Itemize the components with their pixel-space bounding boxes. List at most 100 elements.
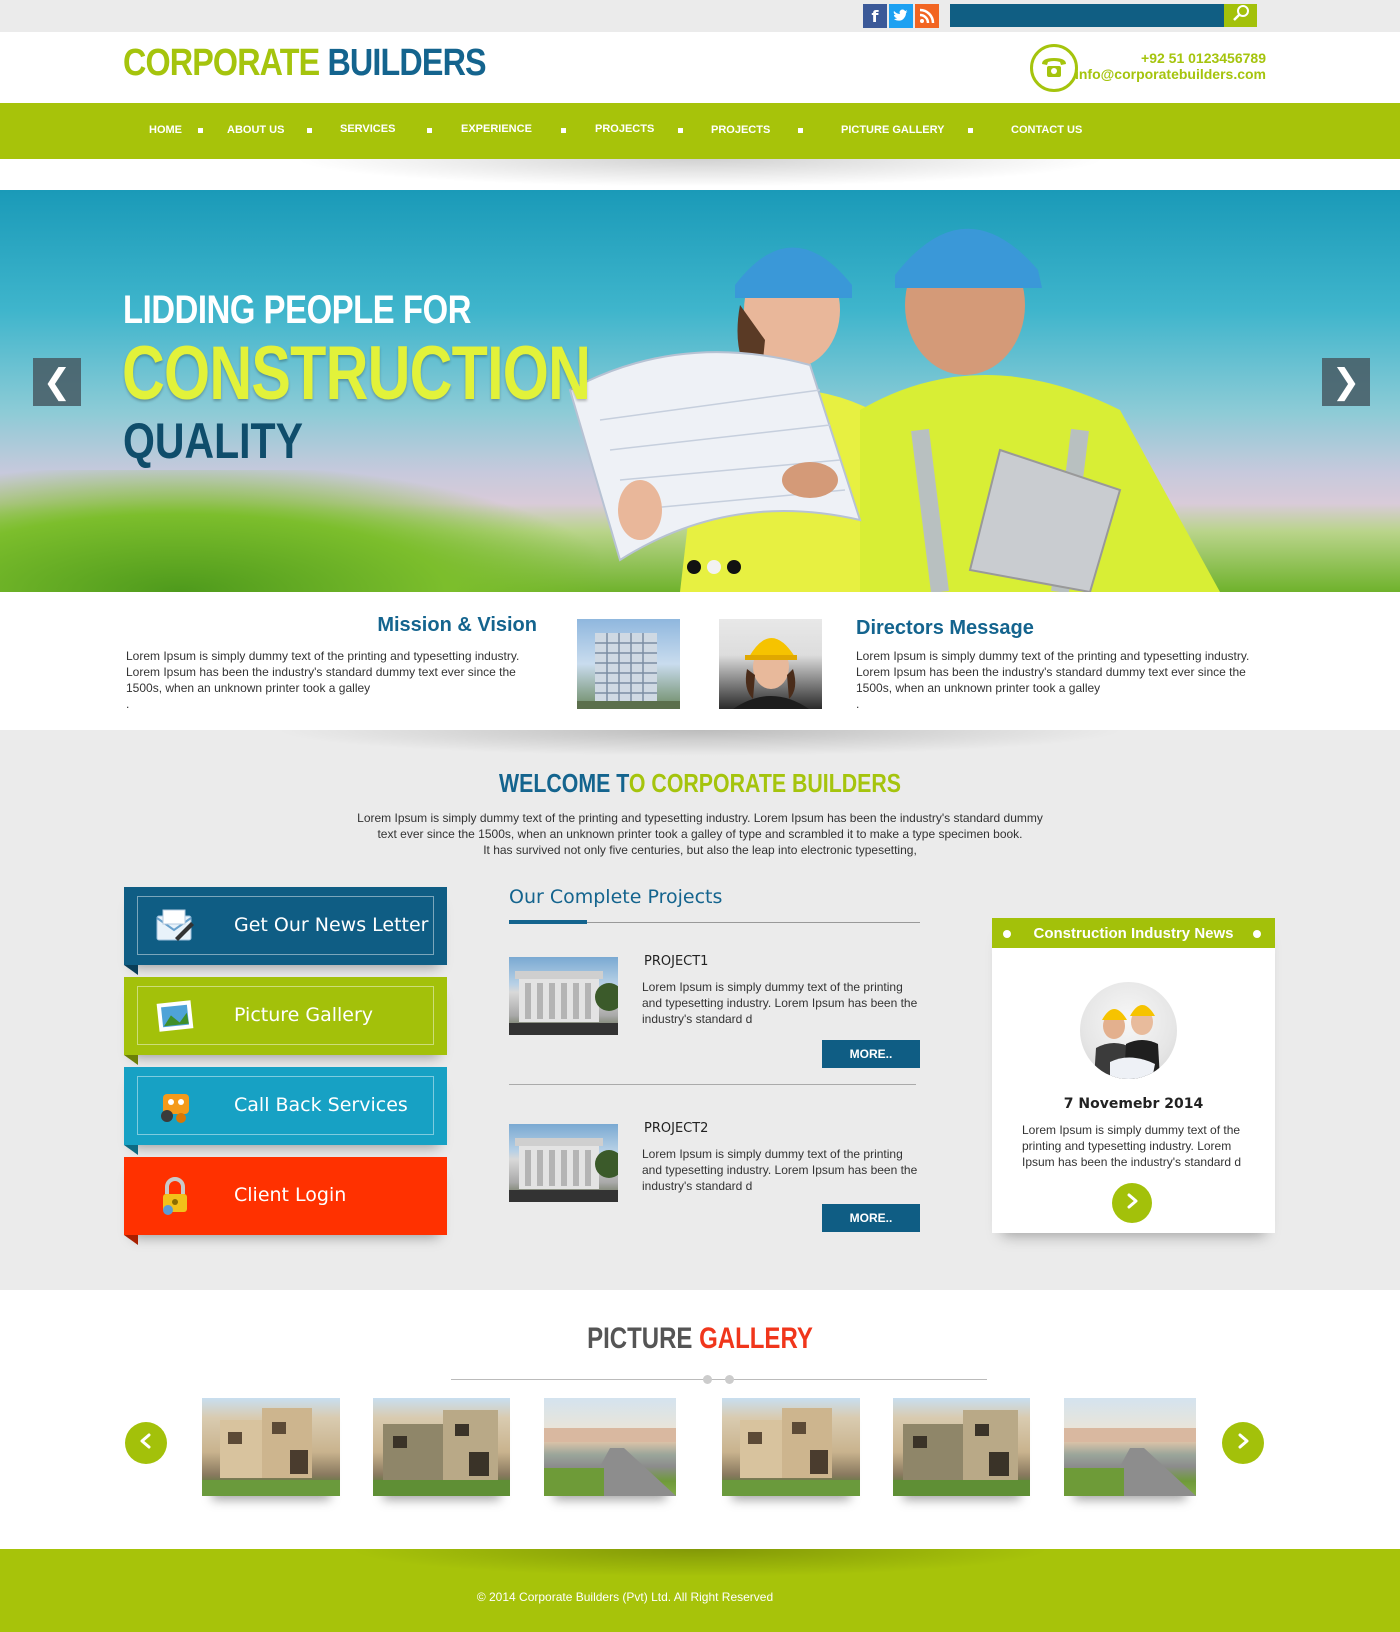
search-button[interactable]: [1224, 4, 1257, 27]
gallery-prev-button[interactable]: [125, 1422, 167, 1464]
welcome-line: Lorem Ipsum is simply dummy text of the …: [357, 811, 1043, 825]
project-1-title[interactable]: PROJECT1: [644, 954, 708, 969]
project-2-title[interactable]: PROJECT2: [644, 1121, 708, 1136]
picture-gallery-label: Picture Gallery: [234, 1004, 374, 1026]
slider-dot[interactable]: [707, 560, 721, 574]
project-1-text: Lorem Ipsum is simply dummy text of the …: [642, 980, 918, 1026]
mission-vision-body: Lorem Ipsum is simply dummy text of the …: [126, 649, 520, 695]
call-back-services-button[interactable]: Call Back Services: [124, 1067, 447, 1155]
telephone-icon: [1030, 44, 1078, 92]
nav-item-projects[interactable]: PROJECTS: [595, 123, 654, 135]
site-logo[interactable]: CORPORATE BUILDERS: [123, 42, 487, 85]
gallery-thumbnail[interactable]: [893, 1398, 1030, 1496]
newsletter-icon: [154, 905, 196, 947]
industry-news-header: Construction Industry News: [992, 918, 1275, 948]
client-login-label: Client Login: [234, 1184, 347, 1206]
slider-dot[interactable]: [727, 560, 741, 574]
nav-item-about-us[interactable]: ABOUT US: [227, 124, 284, 136]
hero-workers-photo: [568, 228, 1220, 592]
projects-underline-accent: [509, 920, 587, 924]
band-shadow: [240, 730, 1160, 758]
nav-separator: [307, 128, 312, 133]
gallery-pager-dot[interactable]: [725, 1375, 734, 1384]
project-divider: [509, 1084, 916, 1085]
twitter-icon[interactable]: [889, 4, 913, 28]
footer-copyright: © 2014 Corporate Builders (Pvt) Ltd. All…: [476, 1590, 774, 1604]
mission-vision-title[interactable]: Mission & Vision: [330, 614, 537, 637]
welcome-line: It has survived not only five centuries,…: [483, 843, 917, 857]
chevron-right-icon: [1235, 1433, 1251, 1454]
project-2-text: Lorem Ipsum is simply dummy text of the …: [642, 1147, 918, 1193]
welcome-title-part1: WELCOME T: [499, 768, 629, 798]
news-next-button[interactable]: [1112, 1183, 1152, 1223]
directors-message-body: Lorem Ipsum is simply dummy text of the …: [856, 649, 1250, 695]
project-1-more-button[interactable]: MORE..: [822, 1040, 920, 1068]
chevron-right-icon: [1124, 1193, 1140, 1214]
nav-item-projects-2[interactable]: PROJECTS: [711, 124, 770, 136]
nav-item-services[interactable]: SERVICES: [340, 123, 395, 135]
rss-icon[interactable]: [915, 4, 939, 28]
gallery-divider: [451, 1379, 987, 1380]
hero-headline-line1: LIDDING PEOPLE FOR: [123, 288, 471, 332]
gallery-thumbnail[interactable]: [1064, 1398, 1196, 1496]
gallery-thumbnail[interactable]: [722, 1398, 860, 1496]
ribbon-fold: [124, 1235, 138, 1245]
call-back-services-label: Call Back Services: [234, 1094, 408, 1116]
chevron-left-icon: [138, 1433, 154, 1454]
search-input[interactable]: [950, 4, 1224, 27]
picture-icon: [154, 995, 196, 1037]
main-nav: [0, 103, 1400, 159]
logo-part-builders: BUILDERS: [327, 42, 486, 84]
call-back-icon: [154, 1085, 196, 1127]
nav-item-picture-gallery[interactable]: PICTURE GALLERY: [841, 124, 945, 136]
mission-vision-trailing: .: [126, 697, 130, 711]
picture-gallery-button[interactable]: Picture Gallery: [124, 977, 447, 1065]
contact-email[interactable]: info@corporatebuilders.com: [1075, 66, 1266, 82]
director-photo[interactable]: [719, 619, 822, 709]
client-login-button[interactable]: Client Login: [124, 1157, 447, 1245]
nav-shadow: [260, 159, 1140, 189]
projects-title: Our Complete Projects: [509, 886, 723, 908]
footer-shadow: [320, 1549, 1080, 1579]
project-2-more-button[interactable]: MORE..: [822, 1204, 920, 1232]
gallery-thumbnail[interactable]: [373, 1398, 510, 1496]
gallery-title-part1: PICTURE: [587, 1322, 693, 1355]
nav-separator: [427, 128, 432, 133]
directors-message-trailing: .: [856, 697, 860, 711]
slider-dot[interactable]: [687, 560, 701, 574]
project-1-photo[interactable]: [509, 957, 623, 1035]
gallery-title-part2: GALLERY: [699, 1322, 813, 1355]
newsletter-label: Get Our News Letter: [234, 914, 429, 936]
mission-building-photo[interactable]: [577, 619, 680, 709]
gallery-pager-dot[interactable]: [703, 1375, 712, 1384]
hero-headline-line2: CONSTRUCTION: [122, 331, 591, 416]
ribbon-fold: [124, 1055, 138, 1065]
nav-item-home[interactable]: HOME: [149, 124, 182, 136]
directors-message-title[interactable]: Directors Message: [856, 617, 1034, 640]
welcome-title: WELCOME TO CORPORATE BUILDERS: [126, 768, 1274, 799]
search-icon: [1232, 4, 1250, 27]
ribbon-fold: [124, 1145, 138, 1155]
newsletter-button[interactable]: Get Our News Letter: [124, 887, 447, 975]
welcome-line: text ever since the 1500s, when an unkno…: [377, 827, 1023, 841]
bullet-icon: [1253, 930, 1261, 938]
gallery-thumbnail[interactable]: [202, 1398, 340, 1496]
nav-item-experience[interactable]: EXPERIENCE: [461, 123, 532, 135]
news-photo[interactable]: [1080, 982, 1177, 1079]
slider-next-button[interactable]: ❯: [1322, 358, 1370, 406]
nav-separator: [798, 128, 803, 133]
gallery-title: PICTURE GALLERY: [140, 1322, 1260, 1356]
gallery-next-button[interactable]: [1222, 1422, 1264, 1464]
nav-separator: [198, 128, 203, 133]
nav-item-contact-us[interactable]: CONTACT US: [1011, 124, 1082, 136]
project-2-photo[interactable]: [509, 1124, 623, 1202]
gallery-thumbnail[interactable]: [544, 1398, 676, 1496]
chevron-right-icon: ❯: [1331, 362, 1361, 402]
slider-prev-button[interactable]: ❮: [33, 358, 81, 406]
ribbon-fold: [124, 965, 138, 975]
directors-message-text: Lorem Ipsum is simply dummy text of the …: [856, 648, 1276, 712]
nav-separator: [968, 128, 973, 133]
welcome-title-part2: O CORPORATE BUILDERS: [628, 768, 901, 798]
contact-phone[interactable]: +92 51 0123456789: [1141, 50, 1266, 66]
facebook-icon[interactable]: f: [863, 4, 887, 28]
